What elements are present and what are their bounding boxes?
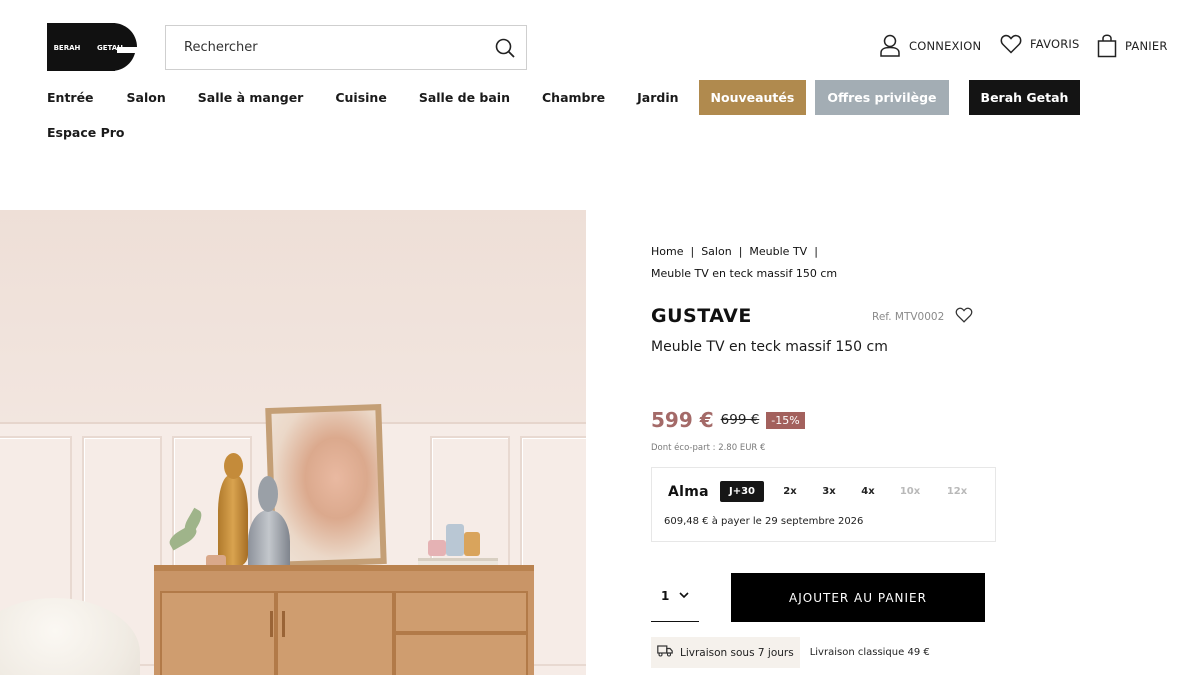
- product-image[interactable]: [0, 210, 586, 675]
- breadcrumb: Home | Salon | Meuble TV | Meuble TV en teck …: [651, 245, 838, 280]
- alma-option-10x[interactable]: 10x: [899, 481, 921, 502]
- nav-item-salle-de-bain[interactable]: Salle de bain: [419, 90, 510, 105]
- heart-icon: [1000, 34, 1022, 54]
- nav-item-espace-pro[interactable]: Espace Pro: [47, 125, 125, 140]
- glass-jar: [446, 524, 464, 556]
- alma-terms: 609,48 € à payer le 29 septembre 2026: [664, 516, 864, 527]
- alma-option-12x[interactable]: 12x: [946, 481, 968, 502]
- brand-logo[interactable]: BERAH GETAH: [47, 22, 137, 71]
- price-row: 599 € 699 € -15%: [651, 408, 805, 432]
- heart-icon[interactable]: [955, 307, 973, 327]
- delivery-info: Livraison sous 7 jours Livraison classiq…: [651, 637, 930, 668]
- shopping-bag-icon: [1097, 34, 1117, 58]
- search-input[interactable]: [166, 26, 484, 69]
- truck-icon: [657, 645, 673, 660]
- favorites-label: FAVORIS: [1030, 37, 1080, 51]
- product-brand[interactable]: GUSTAVE: [651, 305, 752, 327]
- current-price: 599 €: [651, 408, 714, 432]
- delivery-delay-box: Livraison sous 7 jours: [651, 637, 800, 668]
- login-label: CONNEXION: [909, 39, 982, 53]
- glass-jar: [464, 532, 480, 556]
- alma-logo: Alma: [668, 484, 709, 500]
- sideboard-handle: [282, 611, 285, 637]
- nav-item-nouveautes[interactable]: Nouveautés: [698, 80, 807, 115]
- nav-item-salon[interactable]: Salon: [127, 90, 166, 105]
- product-reference: Ref. MTV0002: [872, 311, 945, 323]
- sideboard-drawer: [394, 591, 528, 633]
- logo-text-right: GETAH: [97, 44, 123, 52]
- search-icon[interactable]: [484, 26, 526, 69]
- nav-item-chambre[interactable]: Chambre: [542, 90, 605, 105]
- nav-item-jardin[interactable]: Jardin: [637, 90, 678, 105]
- chevron-down-icon: [678, 589, 690, 604]
- sideboard-handle: [270, 611, 273, 637]
- favorites-link[interactable]: FAVORIS: [1000, 34, 1080, 54]
- breadcrumb-salon[interactable]: Salon: [701, 245, 731, 258]
- quantity-select[interactable]: 1: [651, 580, 699, 622]
- eco-part: Dont éco-part : 2.80 EUR €: [651, 443, 766, 453]
- logo-text-left: BERAH: [54, 44, 81, 52]
- alma-option-2x[interactable]: 2x: [782, 481, 798, 502]
- amber-vase-stopper: [224, 453, 243, 479]
- main-nav: Entrée Salon Salle à manger Cuisine Sall…: [47, 80, 1081, 115]
- cart-link[interactable]: PANIER: [1097, 34, 1168, 58]
- cart-label: PANIER: [1125, 39, 1168, 53]
- sideboard-drawer: [394, 633, 528, 675]
- search-bar: [165, 25, 527, 70]
- alma-option-3x[interactable]: 3x: [821, 481, 837, 502]
- nav-item-entree[interactable]: Entrée: [47, 90, 94, 105]
- nav-item-salle-a-manger[interactable]: Salle à manger: [198, 90, 304, 105]
- product-title: Meuble TV en teck massif 150 cm: [651, 339, 888, 355]
- glass-jar: [428, 540, 446, 556]
- tv-sideboard: [154, 565, 534, 675]
- add-to-cart-button[interactable]: AJOUTER AU PANIER: [731, 573, 985, 622]
- user-icon: [879, 34, 901, 58]
- login-link[interactable]: CONNEXION: [879, 34, 981, 58]
- sideboard-door: [276, 591, 394, 675]
- alma-option-4x[interactable]: 4x: [860, 481, 876, 502]
- nav-item-cuisine[interactable]: Cuisine: [335, 90, 386, 105]
- old-price: 699 €: [720, 412, 760, 428]
- nav-item-berah-getah[interactable]: Berah Getah: [968, 80, 1081, 115]
- delivery-delay: Livraison sous 7 jours: [680, 646, 794, 659]
- discount-badge: -15%: [766, 411, 805, 429]
- delivery-classic: Livraison classique 49 €: [809, 647, 930, 658]
- alma-payment-box: Alma J+30 2x 3x 4x 10x 12x 609,48 € à pa…: [651, 467, 996, 542]
- breadcrumb-home[interactable]: Home: [651, 245, 683, 258]
- sideboard-door: [160, 591, 276, 675]
- amber-vase: [218, 475, 248, 567]
- breadcrumb-meuble-tv[interactable]: Meuble TV: [749, 245, 807, 258]
- breadcrumb-current: Meuble TV en teck massif 150 cm: [651, 267, 838, 280]
- quantity-value: 1: [661, 589, 670, 603]
- alma-option-j30[interactable]: J+30: [720, 481, 765, 502]
- nav-item-offres-privilege[interactable]: Offres privilège: [815, 80, 949, 115]
- product-brand-row: GUSTAVE Ref. MTV0002: [651, 305, 973, 329]
- grey-vase-stopper: [258, 476, 278, 512]
